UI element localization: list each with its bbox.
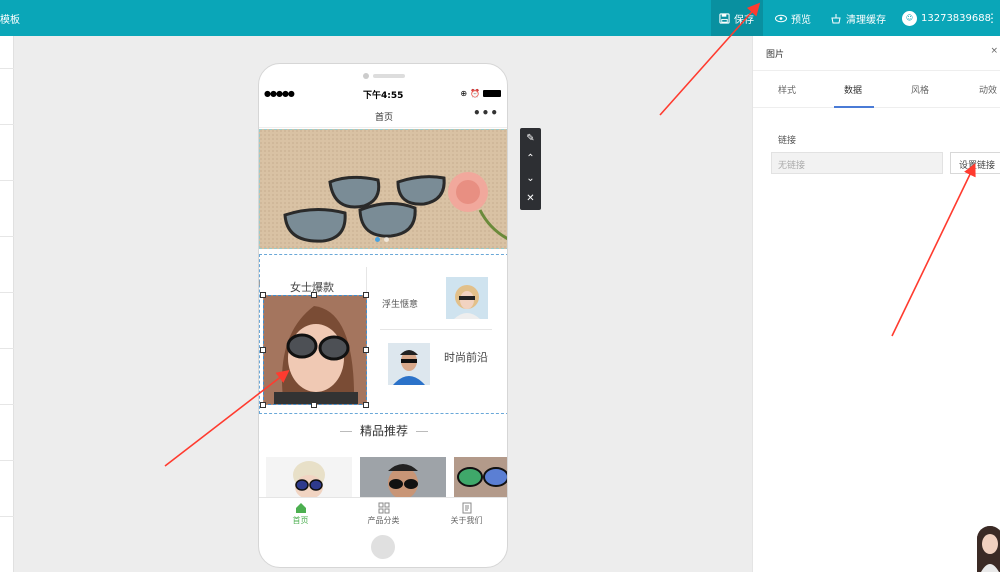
close-icon[interactable]: ×: [990, 46, 998, 56]
user-menu[interactable]: ☺ 13273839688: [902, 0, 991, 36]
product-card[interactable]: [266, 457, 352, 497]
active-tab-underline: [834, 106, 874, 108]
rotate-handle-icon[interactable]: ↻: [259, 277, 260, 289]
page-title: 首页: [374, 113, 393, 123]
alarm-icon: ⏰: [470, 89, 480, 98]
status-bar: ●●●●● 下午4:55 ⊕ ⏰: [259, 87, 507, 103]
clear-cache-label: 清理缓存: [846, 14, 886, 26]
blonde-woman-photo: [446, 277, 488, 319]
home-icon: [295, 503, 306, 513]
resize-handle[interactable]: [260, 347, 266, 353]
selected-image-women[interactable]: [263, 295, 367, 405]
category-grid: 女士爆款 ↻ 浮生惬意: [259, 254, 507, 414]
resize-handle[interactable]: [363, 402, 369, 408]
resize-handle[interactable]: [260, 402, 266, 408]
tab-animation[interactable]: 动效: [979, 83, 997, 96]
eye-icon: [775, 14, 787, 22]
resize-handle[interactable]: [363, 292, 369, 298]
fashion-front-thumb[interactable]: [388, 343, 430, 385]
move-down-icon[interactable]: ⌄: [520, 168, 541, 188]
pencil-icon[interactable]: ✎: [520, 128, 541, 148]
customer-service-avatar[interactable]: [977, 526, 1000, 572]
tab-home[interactable]: 首页: [259, 500, 342, 526]
user-phone: 13273839688: [921, 12, 991, 24]
phone-home-button: [371, 535, 395, 559]
carousel-dot[interactable]: [375, 237, 380, 242]
document-icon: [462, 502, 471, 514]
top-bar: 模板 保存 预览 清理缓存 ☺ 13273839688 ⋮: [0, 0, 1000, 36]
lock-rotation-icon: ⊕: [460, 89, 468, 98]
resize-handle[interactable]: [260, 292, 266, 298]
tab-product-category[interactable]: 产品分类: [342, 500, 425, 526]
tab-label: 关于我们: [450, 516, 483, 525]
carousel-dot[interactable]: [384, 237, 389, 242]
brand-label: 模板: [0, 15, 20, 26]
floating-life-thumb[interactable]: [446, 277, 488, 319]
link-label: 链接: [778, 136, 797, 146]
preview-label: 预览: [791, 14, 811, 26]
hamburger-menu-icon[interactable]: ⋮: [986, 0, 998, 36]
signal-indicator: ●●●●●: [264, 89, 295, 98]
woman-sunglasses-photo: [264, 296, 366, 404]
tab-label: 首页: [292, 516, 309, 525]
phone-tab-bar: 首页 产品分类 关于我们: [259, 497, 507, 531]
save-button[interactable]: 保存: [711, 0, 763, 36]
product-card[interactable]: [454, 457, 507, 497]
resize-handle[interactable]: [311, 402, 317, 408]
tab-about-us[interactable]: 关于我们: [425, 500, 507, 526]
tab-label: 产品分类: [367, 516, 400, 525]
set-link-button[interactable]: 设置链接: [950, 152, 1000, 174]
preview-button[interactable]: 预览: [775, 0, 811, 36]
battery-icon: [483, 90, 501, 97]
link-field[interactable]: 无链接: [771, 152, 943, 174]
tab-data[interactable]: 数据: [844, 83, 862, 96]
edit-toolbar: ✎ ⌃ ⌄ ✕: [520, 128, 541, 210]
product-image: [360, 457, 446, 497]
more-options-icon[interactable]: •••: [473, 106, 499, 120]
panel-tabs: 样式 数据 风格 动效: [753, 70, 1000, 108]
banner-carousel[interactable]: [259, 129, 507, 249]
support-agent-photo: [977, 526, 1000, 572]
man-sunglasses-photo: [388, 343, 430, 385]
carousel-dots: [375, 237, 389, 242]
product-image: [266, 457, 352, 497]
phone-nav-bar: 首页 •••: [259, 104, 507, 128]
speaker-slot: [373, 74, 405, 78]
recommend-title: 精品推荐: [259, 422, 507, 439]
delete-icon[interactable]: ✕: [520, 188, 541, 208]
status-time: 下午4:55: [363, 91, 404, 101]
product-image: [454, 457, 507, 497]
save-icon: [719, 12, 730, 24]
clear-cache-button[interactable]: 清理缓存: [830, 0, 886, 36]
camera-dot: [363, 73, 369, 79]
user-avatar: ☺: [902, 10, 917, 26]
grid-icon: [378, 502, 389, 514]
product-card[interactable]: [360, 457, 446, 497]
phone-preview: ●●●●● 下午4:55 ⊕ ⏰ 首页 ••• 女士爆款 浮生惬意 时尚前沿 精…: [258, 63, 508, 568]
left-sidebar-strip: [0, 36, 14, 572]
tab-theme[interactable]: 风格: [911, 83, 929, 96]
category-fashion-front[interactable]: 时尚前沿: [444, 349, 488, 365]
broom-icon: [831, 13, 841, 23]
category-floating-life[interactable]: 浮生惬意: [382, 297, 418, 310]
save-label: 保存: [734, 14, 754, 26]
resize-handle[interactable]: [311, 292, 317, 298]
move-up-icon[interactable]: ⌃: [520, 148, 541, 168]
properties-panel: 图片 × 样式 数据 风格 动效 链接 无链接 设置链接: [752, 36, 1000, 572]
sunglasses-banner-image: [260, 130, 507, 248]
resize-handle[interactable]: [363, 347, 369, 353]
tab-style[interactable]: 样式: [778, 83, 796, 96]
panel-title: 图片: [766, 50, 785, 60]
